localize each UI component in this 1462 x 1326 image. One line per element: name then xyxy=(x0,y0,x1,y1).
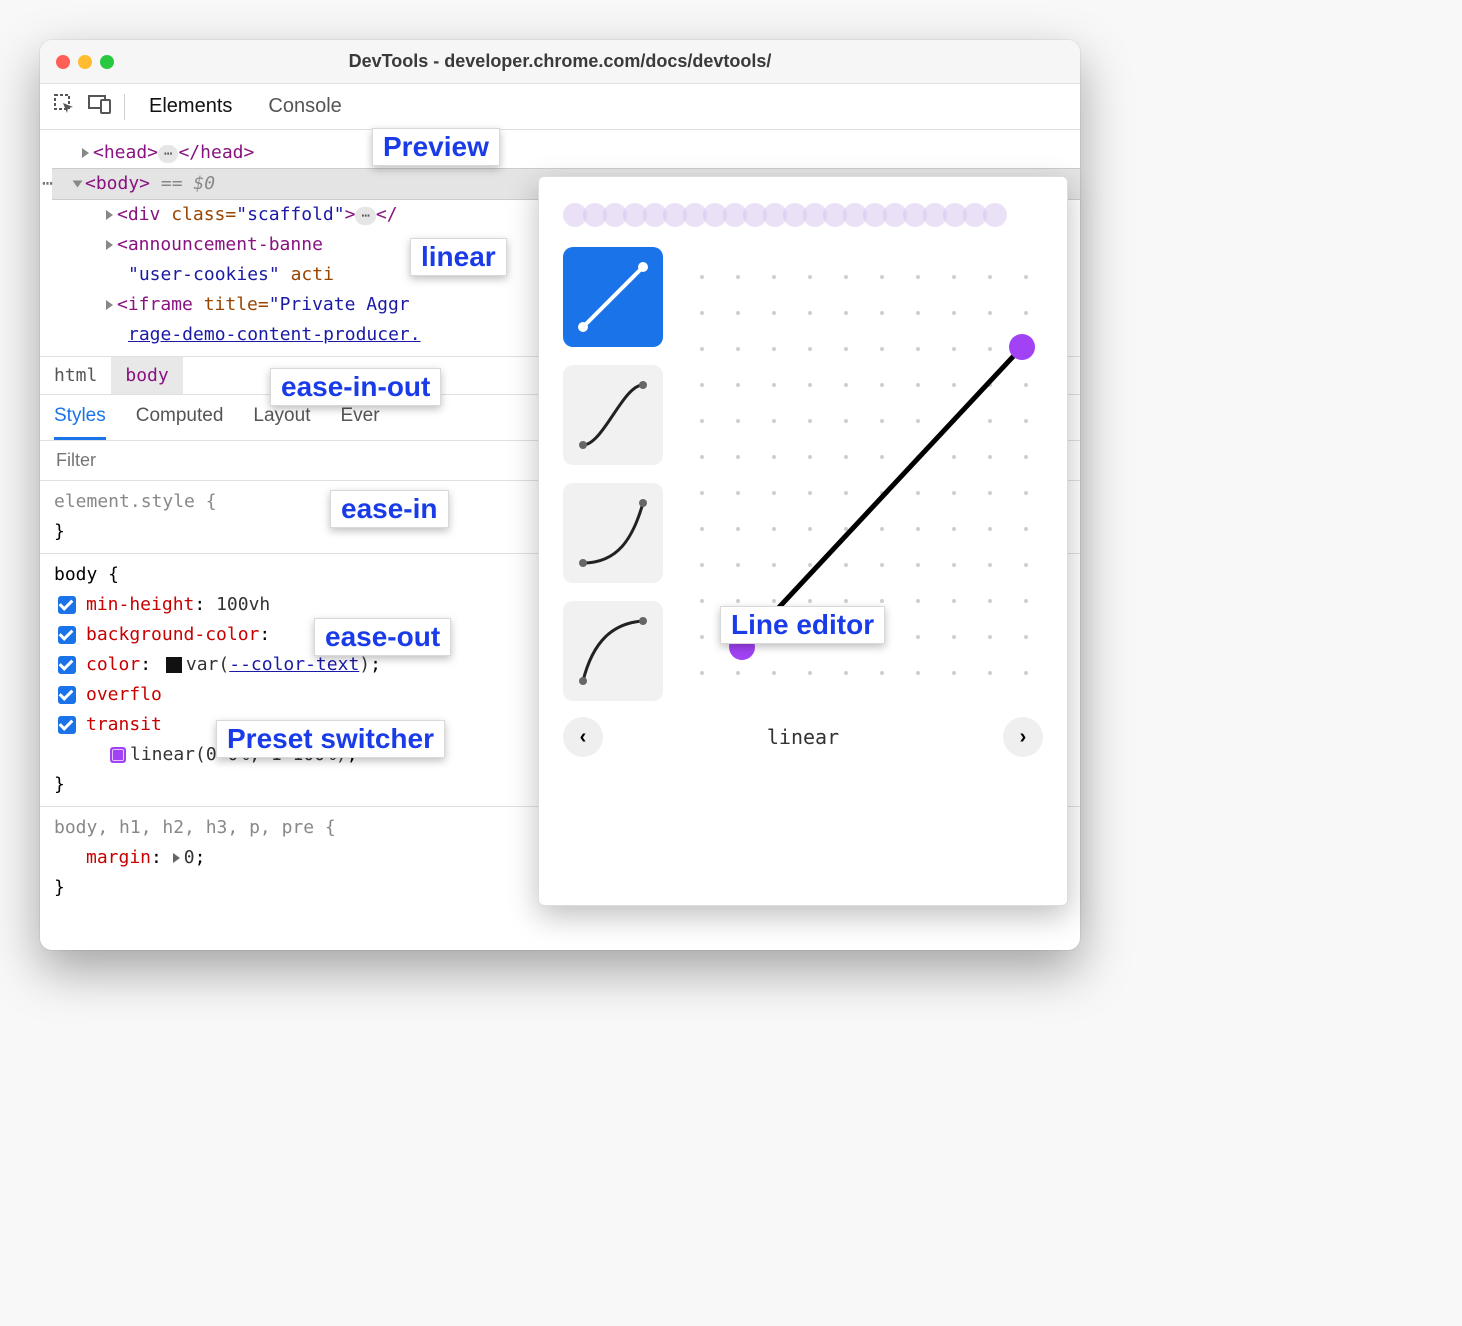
toolbar-divider xyxy=(124,94,125,120)
tab-styles[interactable]: Styles xyxy=(54,395,106,440)
tab-elements[interactable]: Elements xyxy=(137,95,244,118)
callout-line-editor: Line editor xyxy=(720,606,885,644)
inspect-icon[interactable] xyxy=(52,93,76,121)
callout-preset-switcher: Preset switcher xyxy=(216,720,445,758)
prev-preset-button[interactable]: ‹ xyxy=(563,717,603,757)
ellipsis-icon[interactable]: ⋯ xyxy=(158,145,178,163)
expand-icon[interactable] xyxy=(82,148,89,158)
crumb-body[interactable]: body xyxy=(111,357,182,394)
easing-editor-popover: ‹ linear › xyxy=(538,176,1068,906)
expand-icon[interactable] xyxy=(106,240,113,250)
ellipsis-icon[interactable]: ⋯ xyxy=(355,207,375,225)
color-swatch-icon[interactable] xyxy=(166,657,182,673)
editor-handle-end[interactable] xyxy=(1009,334,1035,360)
devtools-window: DevTools - developer.chrome.com/docs/dev… xyxy=(40,40,1080,950)
preset-ease-in[interactable] xyxy=(563,483,663,583)
callout-ease-in-out: ease-in-out xyxy=(270,368,441,406)
checkbox-icon[interactable] xyxy=(58,596,76,614)
expand-icon[interactable] xyxy=(106,300,113,310)
checkbox-icon[interactable] xyxy=(58,716,76,734)
current-preset-label: linear xyxy=(767,725,839,749)
easing-swatch-icon[interactable] xyxy=(110,747,126,763)
checkbox-icon[interactable] xyxy=(58,686,76,704)
filter-input[interactable] xyxy=(54,449,254,472)
callout-ease-out: ease-out xyxy=(314,618,451,656)
crumb-html[interactable]: html xyxy=(40,357,111,394)
callout-preview: Preview xyxy=(372,128,500,166)
checkbox-icon[interactable] xyxy=(58,626,76,644)
window-title: DevTools - developer.chrome.com/docs/dev… xyxy=(40,51,1080,72)
devtools-toolbar: Elements Console xyxy=(40,84,1080,130)
expand-icon[interactable] xyxy=(173,853,180,863)
titlebar: DevTools - developer.chrome.com/docs/dev… xyxy=(40,40,1080,84)
preset-linear[interactable] xyxy=(563,247,663,347)
preset-ease-in-out[interactable] xyxy=(563,365,663,465)
tab-console[interactable]: Console xyxy=(256,95,353,118)
tab-computed[interactable]: Computed xyxy=(136,395,224,440)
expand-icon[interactable] xyxy=(106,210,113,220)
collapse-icon[interactable] xyxy=(73,181,83,188)
preset-list xyxy=(563,247,667,701)
easing-preview xyxy=(563,195,1043,235)
preset-ease-out[interactable] xyxy=(563,601,663,701)
callout-ease-in: ease-in xyxy=(330,490,449,528)
callout-linear: linear xyxy=(410,238,507,276)
device-toggle-icon[interactable] xyxy=(88,94,112,120)
iframe-src-link[interactable]: rage-demo-content-producer. xyxy=(128,324,421,345)
checkbox-icon[interactable] xyxy=(58,656,76,674)
preset-switcher: ‹ linear › xyxy=(563,717,1043,757)
next-preset-button[interactable]: › xyxy=(1003,717,1043,757)
